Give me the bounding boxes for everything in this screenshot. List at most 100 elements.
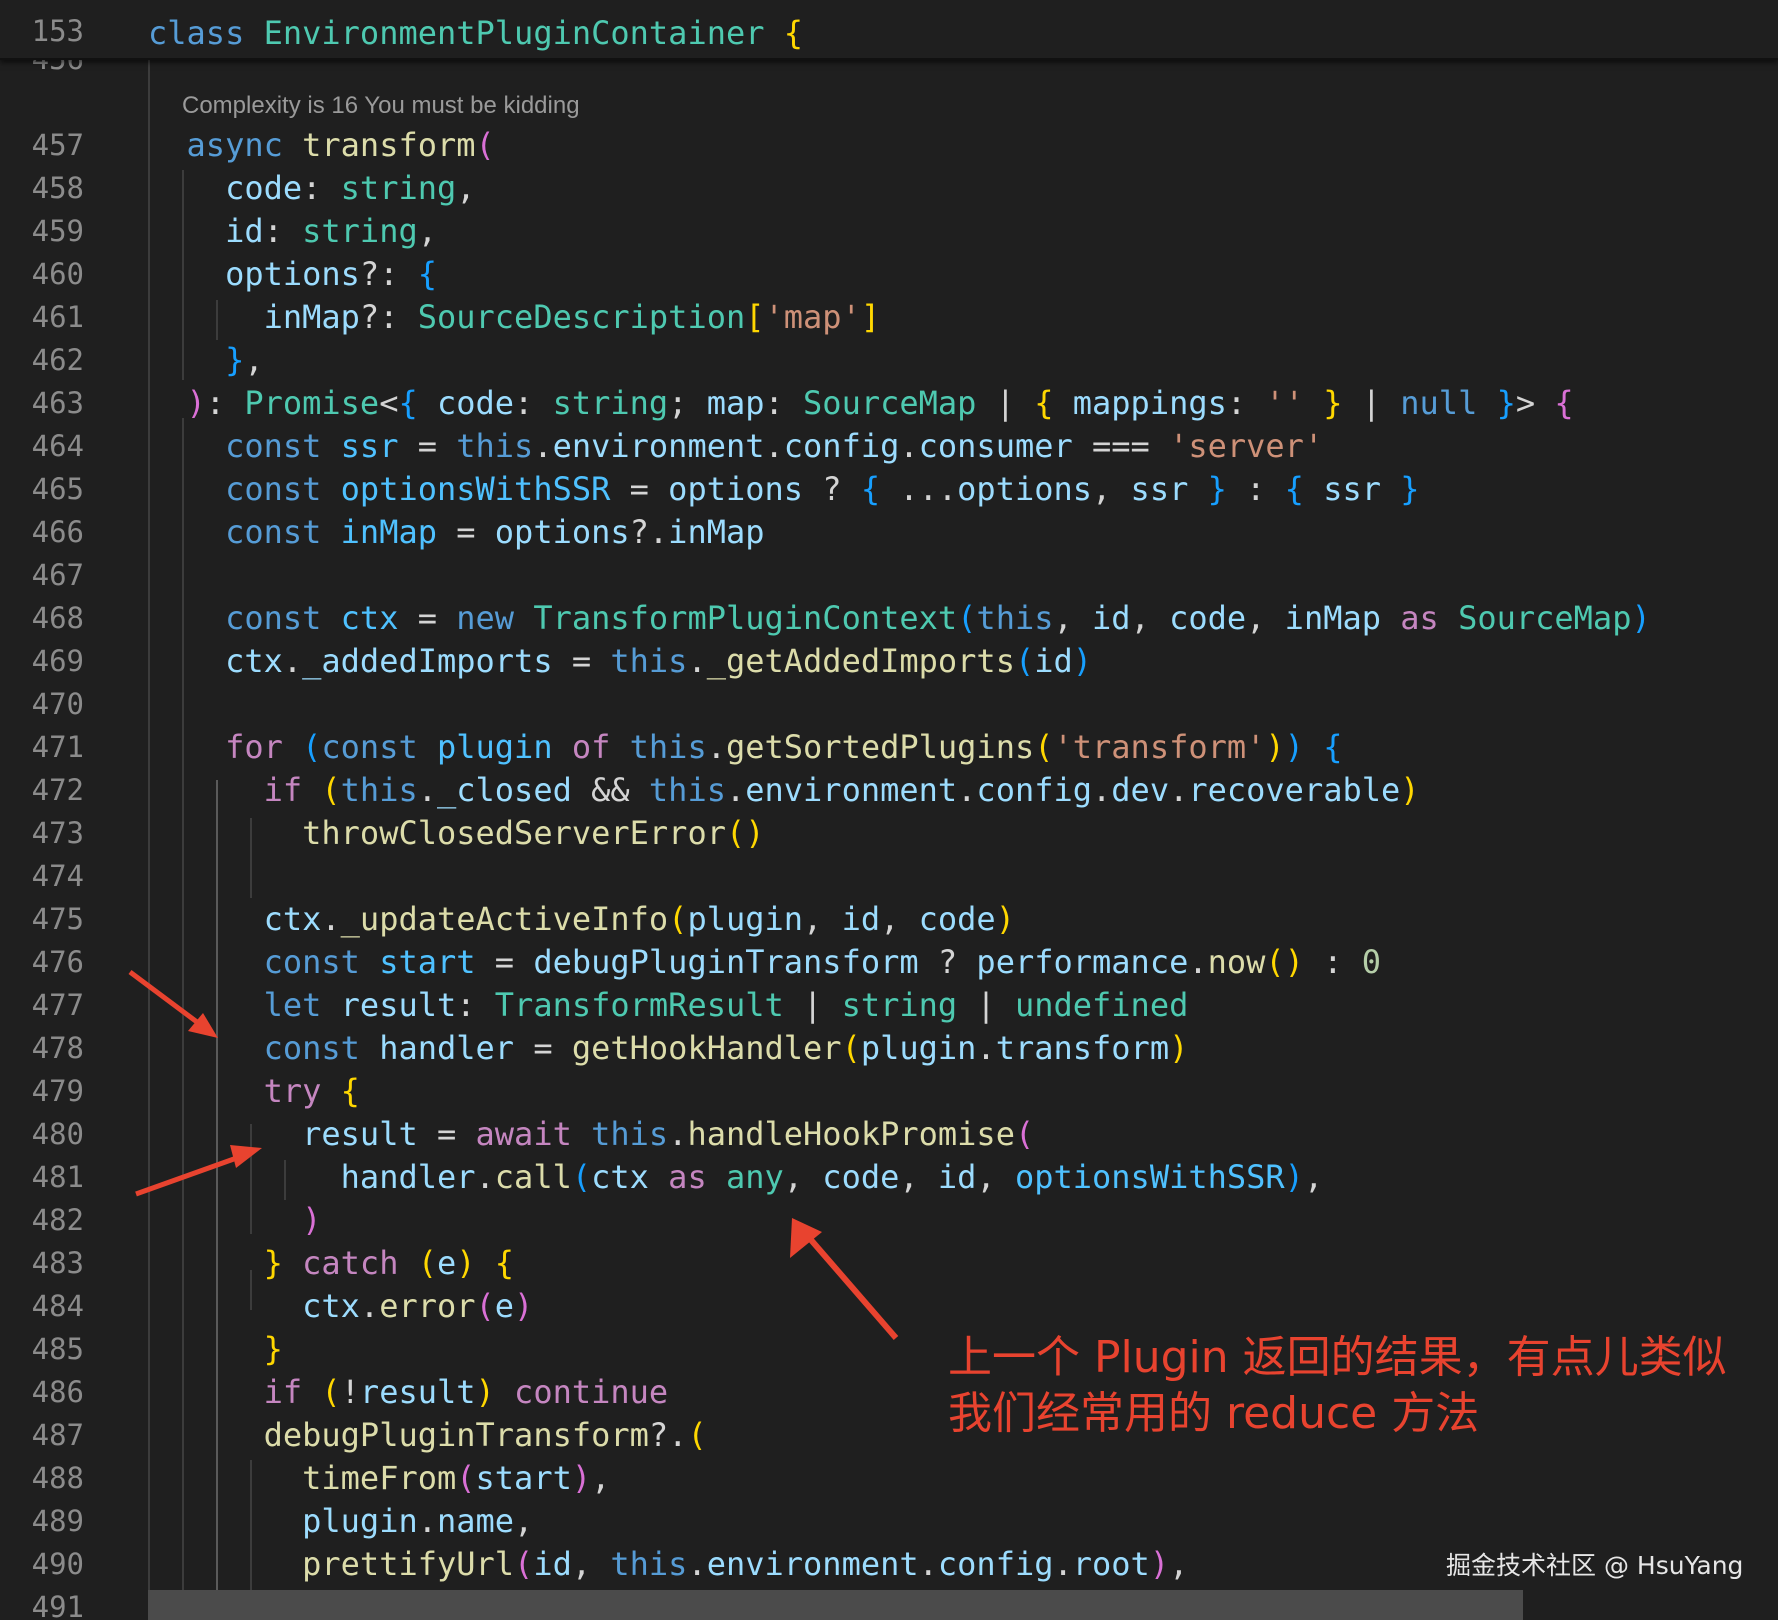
code-line[interactable]: 471 for (const plugin of this.getSortedP… [0, 724, 1778, 767]
code-token: optionsWithSSR [1014, 1158, 1285, 1196]
code-line[interactable]: 470 [0, 681, 1778, 724]
code-token: { [1034, 384, 1054, 422]
code-token: , [783, 1158, 823, 1196]
code-token: , [1246, 599, 1285, 637]
code-line[interactable]: 479 try { [0, 1068, 1778, 1111]
code-token: start [475, 1459, 572, 1497]
code-token: ctx [340, 599, 399, 637]
code-token: ) [995, 900, 1015, 938]
code-token: ( [1034, 728, 1054, 766]
code-line[interactable]: 484 ctx.error(e) [0, 1283, 1778, 1326]
code-line[interactable]: 463 ): Promise<{ code: string; map: Sour… [0, 380, 1778, 423]
code-token: { [1554, 384, 1574, 422]
code-text: options?: { [148, 255, 437, 293]
code-token: '' [1265, 384, 1304, 422]
code-line[interactable]: 477 let result: TransformResult | string… [0, 982, 1778, 1025]
horizontal-scrollbar[interactable] [148, 1590, 1523, 1620]
code-line[interactable]: 462 }, [0, 337, 1778, 380]
code-line[interactable]: 480 result = await this.handleHookPromis… [0, 1111, 1778, 1154]
code-token: debugPluginTransform [263, 1416, 649, 1454]
code-token: ssr [1323, 470, 1381, 508]
line-number: 473 [31, 816, 84, 850]
code-token: now [1207, 943, 1266, 981]
code-token: as [668, 1158, 707, 1196]
code-text: code: string, [148, 169, 476, 207]
line-number: 490 [31, 1547, 84, 1581]
code-token: this [610, 642, 688, 680]
code-token: . [1092, 771, 1112, 809]
code-token: this [456, 427, 534, 465]
line-number: 470 [31, 687, 84, 721]
code-token: inMap [263, 298, 360, 336]
code-token: options [668, 470, 804, 508]
code-line[interactable]: 461 inMap?: SourceDescription['map'] [0, 294, 1778, 337]
code-token: ( [668, 900, 688, 938]
code-line[interactable]: 481 handler.call(ctx as any, code, id, o… [0, 1154, 1778, 1197]
code-token: ) [1149, 1545, 1170, 1583]
line-number: 474 [31, 859, 84, 893]
code-line[interactable]: 469 ctx._addedImports = this._getAddedIm… [0, 638, 1778, 681]
code-text: const optionsWithSSR = options ? { ...op… [148, 470, 1419, 508]
code-token: optionsWithSSR [340, 470, 611, 508]
code-line[interactable]: 473 throwClosedServerError() [0, 810, 1778, 853]
code-token: ? [918, 943, 977, 981]
code-token: inMap [340, 513, 437, 551]
code-token: ( [514, 1545, 534, 1583]
code-token: . [1169, 771, 1189, 809]
code-line[interactable]: 464 const ssr = this.environment.config.… [0, 423, 1778, 466]
code-line[interactable]: 482 ) [0, 1197, 1778, 1240]
code-line[interactable]: 468 const ctx = new TransformPluginConte… [0, 595, 1778, 638]
code-token: ?. [648, 1416, 688, 1454]
code-token: ( [1014, 1115, 1035, 1153]
code-token: id [1092, 599, 1131, 637]
code-line[interactable]: 459 id: string, [0, 208, 1778, 251]
code-token: of [571, 728, 611, 766]
code-token: === [1072, 427, 1170, 465]
code-text: result = await this.handleHookPromise( [148, 1115, 1034, 1153]
line-number: 466 [31, 515, 84, 549]
codelens-complexity[interactable]: Complexity is 16 You must be kidding [182, 92, 580, 120]
code-token: | [976, 384, 1035, 422]
code-line[interactable]: 467 [0, 552, 1778, 595]
code-text: ctx._updateActiveInfo(plugin, id, code) [148, 900, 1015, 938]
code-line[interactable]: 457 async transform( [0, 122, 1778, 165]
code-text: let result: TransformResult | string | u… [148, 986, 1189, 1024]
code-token: , [1092, 470, 1131, 508]
code-token: ssr [340, 427, 399, 465]
code-token: ?: [359, 255, 418, 293]
code-line[interactable]: 458 code: string, [0, 165, 1778, 208]
code-line[interactable]: 489 plugin.name, [0, 1498, 1778, 1541]
code-line[interactable]: 465 const optionsWithSSR = options ? { .… [0, 466, 1778, 509]
code-token: . [359, 1287, 380, 1325]
code-line[interactable]: 476 const start = debugPluginTransform ?… [0, 939, 1778, 982]
code-line[interactable]: 475 ctx._updateActiveInfo(plugin, id, co… [0, 896, 1778, 939]
code-line[interactable]: 460 options?: { [0, 251, 1778, 294]
code-token: const [225, 513, 322, 551]
line-number: 485 [31, 1332, 84, 1366]
code-token: timeFrom [302, 1459, 457, 1497]
code-token: ) [456, 1244, 476, 1282]
code-token: ) [514, 1287, 534, 1325]
code-line[interactable]: 466 const inMap = options?.inMap [0, 509, 1778, 552]
sticky-scroll-header[interactable]: 153 class EnvironmentPluginContainer { [0, 0, 1778, 60]
code-line[interactable]: 472 if (this._closed && this.environment… [0, 767, 1778, 810]
code-token: let [263, 986, 322, 1024]
code-token: { [1323, 728, 1343, 766]
code-token: : [263, 212, 303, 250]
code-token: ) [1284, 728, 1304, 766]
line-number: 478 [31, 1031, 84, 1065]
code-line[interactable]: 474 [0, 853, 1778, 896]
code-line[interactable]: 478 const handler = getHookHandler(plugi… [0, 1025, 1778, 1068]
code-line[interactable]: 483 } catch (e) { [0, 1240, 1778, 1283]
code-token: . [475, 1158, 495, 1196]
code-line[interactable]: 488 timeFrom(start), [0, 1455, 1778, 1498]
code-token: , [456, 169, 476, 207]
